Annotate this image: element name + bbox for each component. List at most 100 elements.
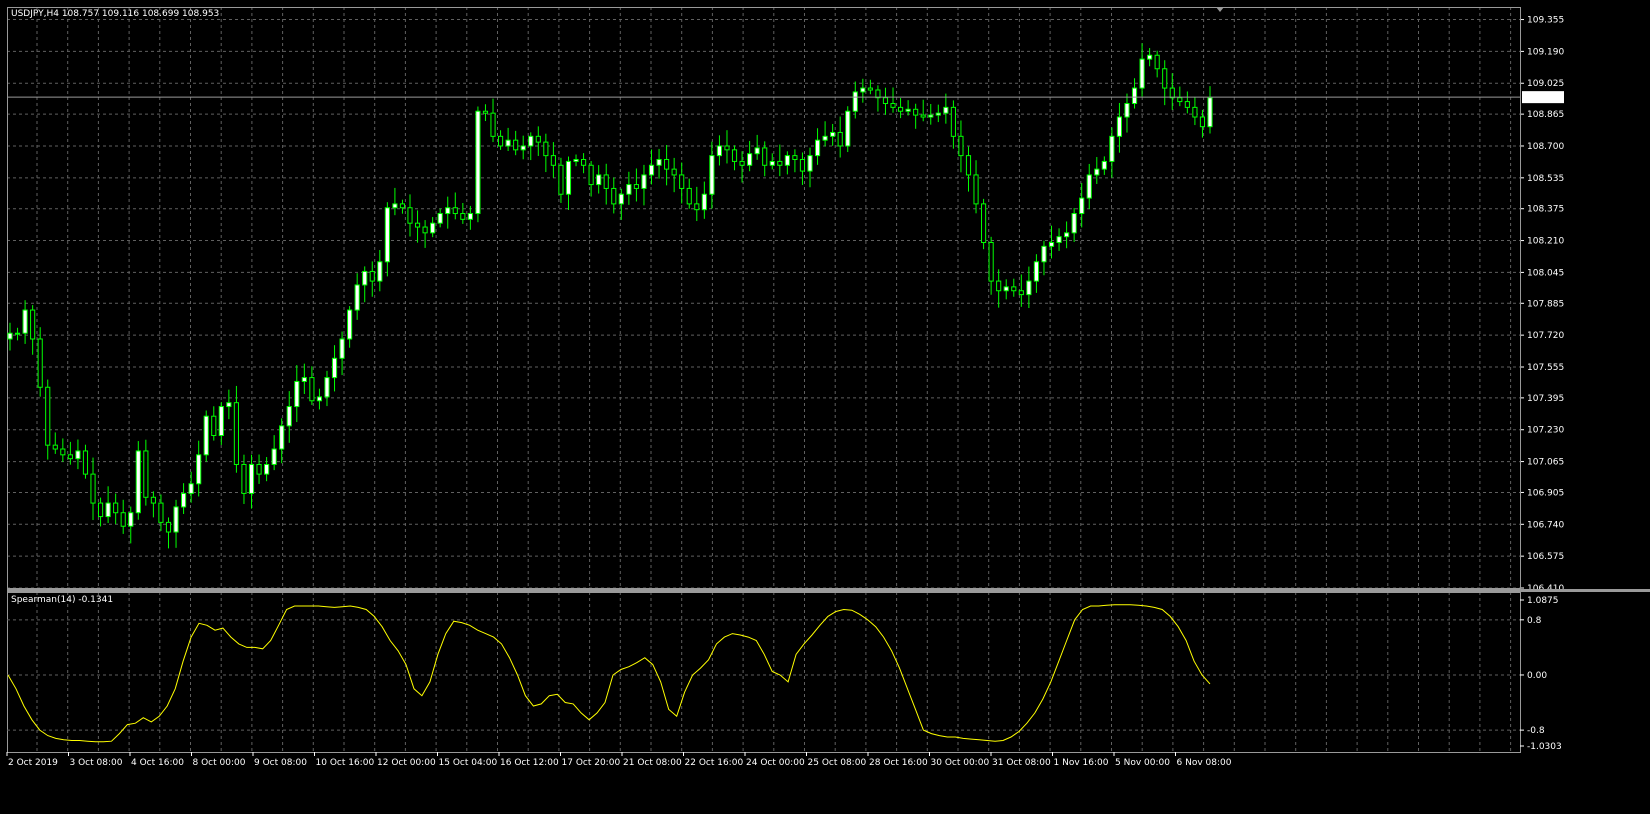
- candle[interactable]: [867, 87, 873, 91]
- candle[interactable]: [1116, 116, 1123, 137]
- candle[interactable]: [618, 193, 624, 205]
- candle[interactable]: [1064, 232, 1070, 238]
- candle[interactable]: [248, 463, 255, 494]
- candle[interactable]: [558, 164, 564, 195]
- candle[interactable]: [347, 309, 353, 340]
- candle[interactable]: [958, 135, 964, 157]
- candle[interactable]: [588, 164, 594, 186]
- candle[interactable]: [709, 155, 715, 195]
- candle[interactable]: [7, 332, 13, 340]
- candle[interactable]: [913, 108, 919, 116]
- candle[interactable]: [324, 377, 330, 398]
- candle[interactable]: [905, 108, 911, 112]
- candle[interactable]: [973, 174, 979, 205]
- candle[interactable]: [543, 141, 549, 157]
- candle[interactable]: [716, 145, 723, 157]
- candle[interactable]: [1048, 241, 1055, 247]
- candle[interactable]: [1147, 54, 1153, 60]
- candle[interactable]: [633, 184, 639, 189]
- candle[interactable]: [384, 207, 390, 263]
- candle[interactable]: [1169, 87, 1175, 99]
- candle[interactable]: [90, 473, 96, 504]
- candle[interactable]: [181, 492, 187, 508]
- candle[interactable]: [422, 226, 428, 234]
- candle[interactable]: [271, 448, 277, 465]
- candle[interactable]: [158, 502, 164, 523]
- candle[interactable]: [467, 213, 473, 220]
- candle[interactable]: [822, 135, 828, 141]
- candle[interactable]: [513, 139, 519, 151]
- candle[interactable]: [256, 463, 262, 475]
- candle[interactable]: [331, 357, 338, 379]
- candle[interactable]: [226, 402, 232, 408]
- candle[interactable]: [814, 139, 821, 157]
- candle[interactable]: [354, 284, 360, 311]
- candle[interactable]: [407, 207, 413, 224]
- candle[interactable]: [1139, 58, 1145, 89]
- candle[interactable]: [445, 207, 451, 215]
- candle[interactable]: [1003, 286, 1009, 292]
- candle[interactable]: [241, 463, 247, 494]
- candle[interactable]: [301, 377, 307, 382]
- candle[interactable]: [943, 106, 949, 114]
- candle[interactable]: [45, 386, 51, 446]
- chart-window[interactable]: 109.355 109.190 109.025 108.865 108.700 108.5…: [0, 0, 1650, 814]
- candle[interactable]: [14, 332, 21, 335]
- candle[interactable]: [935, 112, 941, 116]
- candle[interactable]: [264, 463, 270, 475]
- candle[interactable]: [482, 110, 489, 114]
- candle[interactable]: [890, 103, 896, 108]
- candle[interactable]: [694, 203, 700, 211]
- candle[interactable]: [188, 483, 194, 494]
- candle[interactable]: [1207, 97, 1213, 128]
- candle[interactable]: [414, 222, 421, 228]
- candle[interactable]: [535, 135, 541, 143]
- candle[interactable]: [339, 338, 345, 359]
- candle[interactable]: [852, 91, 858, 112]
- candle[interactable]: [799, 158, 806, 172]
- candle[interactable]: [769, 160, 775, 166]
- candle[interactable]: [377, 261, 383, 282]
- candle[interactable]: [1154, 54, 1160, 70]
- candle[interactable]: [150, 496, 156, 504]
- candle[interactable]: [1071, 213, 1077, 234]
- candle[interactable]: [165, 521, 172, 533]
- candle[interactable]: [550, 155, 556, 166]
- candle[interactable]: [52, 444, 58, 450]
- candle[interactable]: [777, 160, 783, 166]
- candle[interactable]: [596, 174, 602, 186]
- candle[interactable]: [731, 149, 738, 162]
- candle[interactable]: [981, 203, 987, 243]
- candle[interactable]: [950, 106, 956, 137]
- candle[interactable]: [286, 406, 292, 427]
- candle[interactable]: [218, 406, 224, 437]
- candle[interactable]: [686, 187, 692, 205]
- chart-canvas[interactable]: 109.355 109.190 109.025 108.865 108.700 108.5…: [0, 0, 1650, 814]
- pane-separator[interactable]: [7, 589, 1650, 592]
- spearman-line[interactable]: [7, 604, 1211, 743]
- candle[interactable]: [173, 506, 179, 533]
- candle[interactable]: [1033, 261, 1039, 282]
- candle[interactable]: [120, 512, 126, 527]
- candle[interactable]: [626, 184, 632, 195]
- candle[interactable]: [475, 110, 481, 215]
- candle[interactable]: [143, 450, 149, 498]
- candle[interactable]: [1101, 160, 1107, 170]
- candle[interactable]: [928, 114, 934, 118]
- shift-marker-icon[interactable]: [1216, 7, 1224, 12]
- candle[interactable]: [60, 448, 66, 456]
- candle[interactable]: [1184, 101, 1190, 108]
- candle[interactable]: [369, 270, 375, 282]
- candle[interactable]: [882, 97, 889, 105]
- candle[interactable]: [762, 147, 768, 166]
- candle[interactable]: [37, 338, 43, 388]
- candle[interactable]: [837, 131, 843, 147]
- candle[interactable]: [520, 145, 526, 151]
- candle[interactable]: [452, 207, 458, 215]
- candle[interactable]: [1026, 280, 1032, 296]
- candle[interactable]: [233, 402, 239, 465]
- candle[interactable]: [845, 110, 851, 147]
- candle[interactable]: [701, 193, 707, 211]
- candle[interactable]: [105, 502, 111, 518]
- candle[interactable]: [679, 174, 685, 189]
